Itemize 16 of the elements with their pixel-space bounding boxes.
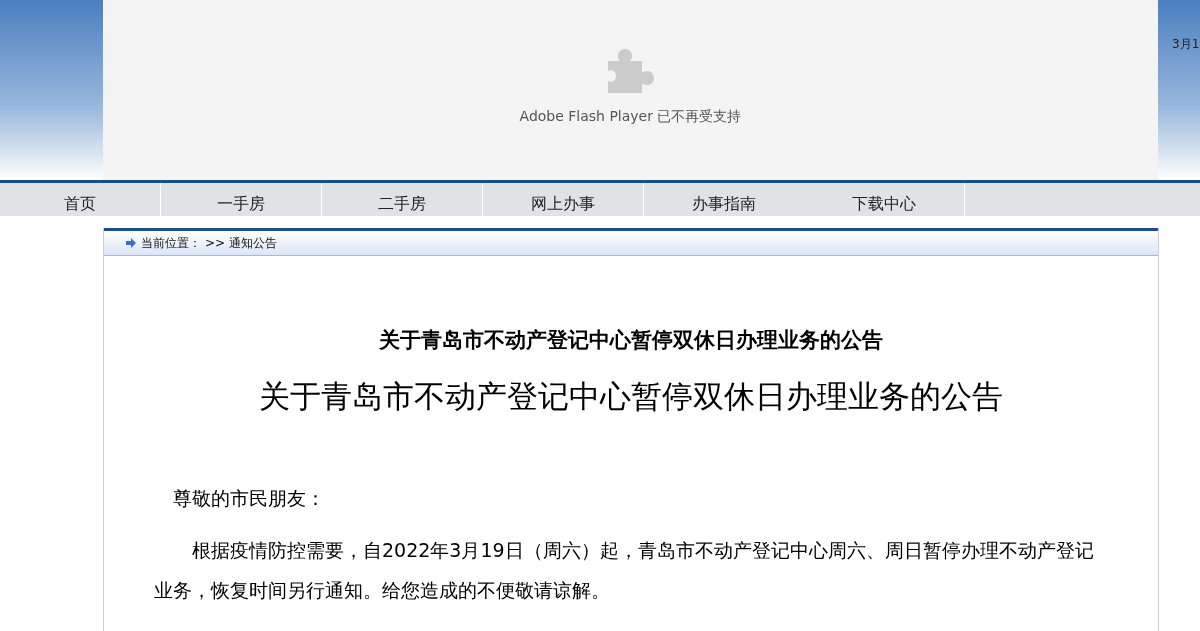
article-heading: 关于青岛市不动产登记中心暂停双休日办理业务的公告: [378, 327, 884, 354]
nav-item[interactable]: 二手房: [322, 183, 483, 216]
paragraph: 根据疫情防控需要，自2022年3月19日（周六）起，青岛市不动产登记中心周六、周日暂停办理不动产登记业务，恢复时间另行通知。给您造成的不便敬请谅解。: [154, 538, 1095, 603]
nav-item[interactable]: 首页: [0, 183, 161, 216]
nav-item[interactable]: 网上办事: [483, 183, 644, 216]
nav-item[interactable]: 下载中心: [804, 183, 965, 216]
greeting: 尊敬的市民朋友：: [172, 486, 326, 511]
article-title: 关于青岛市不动产登记中心暂停双休日办理业务的公告: [258, 377, 1004, 416]
breadcrumb-label: 当前位置：: [141, 234, 201, 252]
plugin-message: Adobe Flash Player 已不再受支持: [519, 108, 742, 126]
puzzle-icon: [607, 47, 654, 93]
breadcrumb-path: >> 通知公告: [205, 234, 277, 252]
arrow-icon: [126, 238, 136, 248]
nav-item[interactable]: 办事指南: [644, 183, 804, 216]
banner-text: 3月1: [1172, 36, 1200, 53]
nav-item[interactable]: 一手房: [161, 183, 322, 216]
